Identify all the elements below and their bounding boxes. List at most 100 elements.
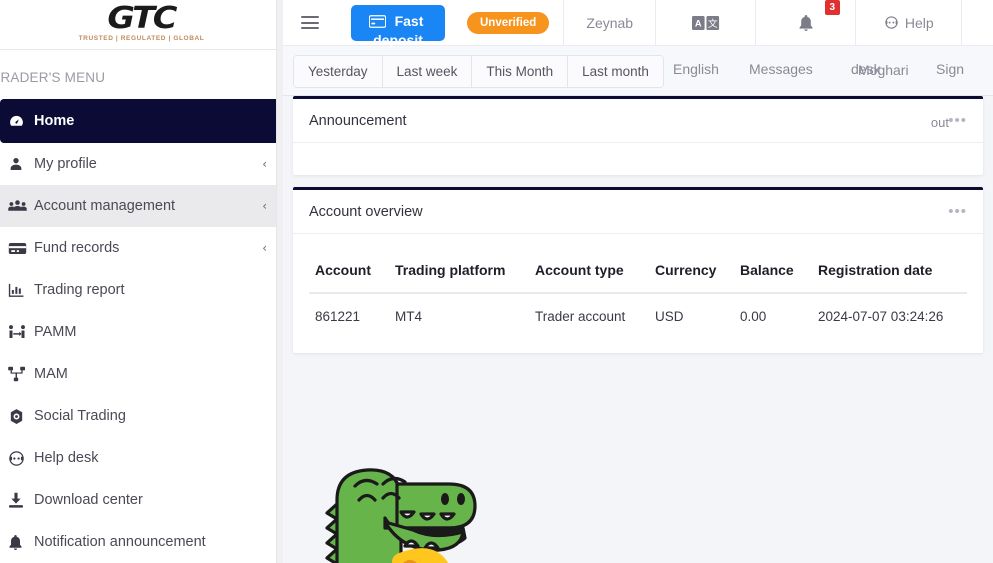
user-name-label: Zeynab	[586, 14, 634, 31]
sidebar-item-label: Account management	[34, 198, 176, 214]
sidebar-item-notification-announcement[interactable]: Notification announcement	[0, 521, 283, 563]
account-overview-title: Account overview	[309, 203, 423, 220]
sidebar-item-label: Download center	[34, 492, 143, 508]
fast-deposit-label: Fast	[394, 12, 424, 29]
column-trading-platform: Trading platform	[389, 248, 529, 294]
language-label-wrap: English	[673, 61, 719, 77]
menu-toggle-button[interactable]	[283, 0, 337, 45]
svg-text:文: 文	[708, 16, 718, 29]
sidebar-item-label: MAM	[34, 366, 68, 382]
messages-button[interactable]: 3	[756, 0, 857, 45]
sidebar-menu-title: TRADER'S MENU	[0, 70, 106, 85]
table-row[interactable]: 861221 MT4 Trader account USD 0.00 2024-…	[309, 293, 967, 339]
fast-deposit-label-overflow: deposit	[373, 31, 423, 48]
column-registration-date: Registration date	[812, 248, 967, 294]
cell-balance: 0.00	[740, 309, 767, 324]
sidebar-item-label: PAMM	[34, 324, 77, 340]
app-root: GTC TRUSTED | REGULATED | GLOBAL TRADER'…	[0, 0, 993, 563]
tab-this-month[interactable]: This Month	[472, 56, 569, 87]
sidebar-item-label: Help desk	[34, 450, 99, 466]
account-overview-card: Account overview ••• Account Trading pla…	[293, 187, 983, 353]
chevron-left-icon[interactable]: ‹	[262, 199, 267, 213]
announcement-header: Announcement •••	[293, 99, 983, 143]
announcement-card: Announcement ••• out	[293, 96, 983, 175]
social-trading-icon	[8, 408, 34, 425]
hamburger-icon	[301, 16, 319, 29]
chart-icon	[8, 282, 34, 298]
crocodile-mascot	[293, 456, 508, 563]
sidebar-item-home[interactable]: Home	[0, 99, 280, 143]
help-button[interactable]: Help	[856, 0, 963, 45]
sidebar-item-social-trading[interactable]: Social Trading	[0, 395, 283, 437]
sidebar-item-label: Trading report	[34, 282, 125, 298]
announcement-body	[293, 143, 983, 175]
signout-label-wrap: Sign	[936, 61, 965, 77]
fast-deposit-button[interactable]: Fast deposit	[351, 4, 445, 48]
svg-text:A: A	[695, 18, 702, 28]
headset-icon	[884, 15, 899, 30]
logo-text: GTC	[107, 1, 178, 37]
fast-deposit-cell: Fast deposit	[337, 0, 459, 48]
tab-yesterday[interactable]: Yesterday	[294, 56, 383, 87]
verification-status-cell[interactable]: Unverified	[459, 0, 565, 45]
bell-icon	[8, 534, 34, 551]
tab-last-week[interactable]: Last week	[382, 56, 473, 87]
column-currency: Currency	[649, 248, 734, 294]
sidebar-item-download-center[interactable]: Download center	[0, 479, 283, 521]
user-name-cell[interactable]: Zeynab	[564, 0, 657, 45]
sidebar-item-label: Fund records	[34, 240, 120, 256]
column-account-type: Account type	[529, 248, 649, 294]
chevron-left-icon[interactable]: ‹	[262, 157, 267, 171]
sidebar-item-label: Home	[34, 113, 75, 129]
main-content: English Messages desk Sign Fast deposit …	[283, 0, 993, 563]
announcement-menu-button[interactable]: •••	[948, 112, 967, 129]
messages-label-wrap: Messages	[749, 61, 813, 77]
account-overview-header: Account overview •••	[293, 190, 983, 234]
status-badge-unverified: Unverified	[467, 11, 550, 34]
signout-label-overflow: out	[930, 115, 949, 130]
tab-last-month[interactable]: Last month	[568, 56, 663, 87]
language-switcher[interactable]: A 文	[656, 0, 757, 45]
user-icon	[8, 156, 34, 172]
cell-currency: USD	[655, 309, 684, 324]
column-balance: Balance	[734, 248, 812, 294]
mam-icon	[8, 366, 34, 382]
account-overview-menu-button[interactable]: •••	[948, 203, 967, 220]
logo-tagline: TRUSTED | REGULATED | GLOBAL	[78, 35, 205, 43]
account-overview-body: Account Trading platform Account type Cu…	[293, 234, 983, 353]
cell-trading-platform: MT4	[395, 309, 422, 324]
headset-icon	[8, 450, 34, 467]
signout-button[interactable]	[962, 0, 993, 45]
sidebar-scrollbar[interactable]	[276, 0, 283, 563]
account-overview-table: Account Trading platform Account type Cu…	[309, 248, 967, 339]
sidebar-item-label: My profile	[34, 156, 97, 172]
sidebar-item-mam[interactable]: MAM	[0, 353, 283, 395]
table-header-row: Account Trading platform Account type Cu…	[309, 248, 967, 294]
card-icon	[8, 241, 34, 256]
sidebar-item-label: Social Trading	[34, 408, 126, 424]
announcement-title: Announcement	[309, 112, 407, 129]
topbar: Fast deposit Unverified Zeynab A 文 3 Hel…	[283, 0, 993, 48]
sidebar-menu: Home My profile ‹ Account management ‹ F…	[0, 99, 283, 563]
messages-count-badge: 3	[824, 0, 840, 15]
cell-registration-date: 2024-07-07 03:24:26	[818, 309, 944, 324]
sidebar-item-account-management[interactable]: Account management ‹	[0, 185, 283, 227]
column-account: Account	[309, 248, 389, 294]
users-icon	[8, 198, 34, 214]
sidebar-item-help-desk[interactable]: Help desk	[0, 437, 283, 479]
sidebar-item-pamm[interactable]: PAMM	[0, 311, 283, 353]
sidebar-item-trading-report[interactable]: Trading report	[0, 269, 283, 311]
sidebar-item-fund-records[interactable]: Fund records ‹	[0, 227, 283, 269]
bell-outline-icon: 3	[798, 0, 840, 32]
content-area: Announcement ••• out Account overview ••…	[283, 96, 993, 563]
cell-account: 861221	[315, 309, 361, 324]
sidebar-item-my-profile[interactable]: My profile ‹	[0, 143, 283, 185]
date-filter-tabs: Yesterday Last week This Month Last mont…	[293, 55, 664, 88]
chevron-left-icon[interactable]: ‹	[262, 241, 267, 255]
dashboard-icon	[8, 113, 34, 130]
brand-logo[interactable]: GTC TRUSTED | REGULATED | GLOBAL	[0, 0, 283, 50]
download-icon	[8, 492, 34, 509]
pamm-icon	[8, 324, 34, 340]
user-surname-label: Moghari	[858, 62, 909, 78]
sidebar: GTC TRUSTED | REGULATED | GLOBAL TRADER'…	[0, 0, 283, 563]
